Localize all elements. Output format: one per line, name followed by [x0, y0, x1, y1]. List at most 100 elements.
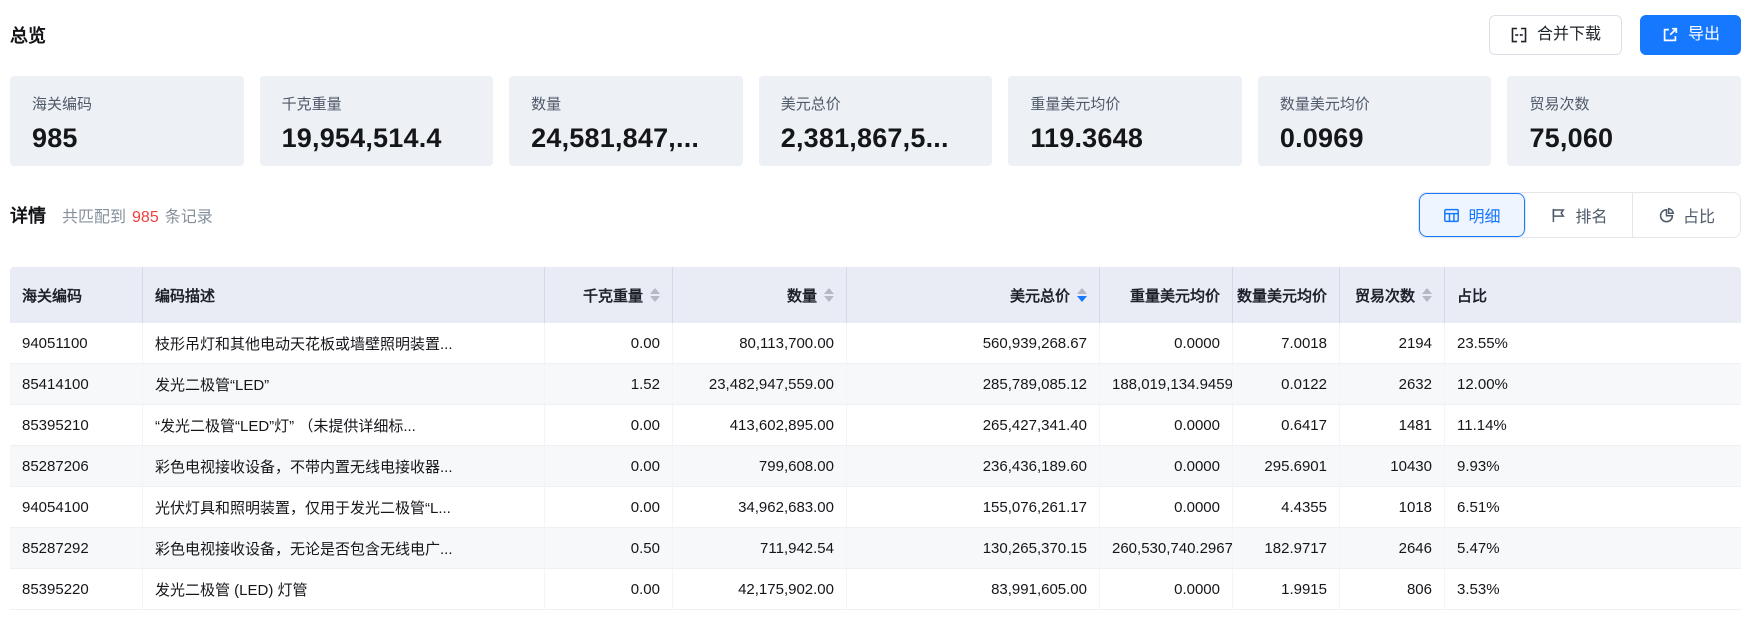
cell-usd-per-qty: 0.6417: [1233, 405, 1340, 446]
view-tabs: 明细 排名 占比: [1418, 192, 1741, 238]
summary-card-usd-total: 美元总价 2,381,867,5...: [759, 76, 993, 166]
table-row: 94054100光伏灯具和照明装置，仅用于发光二极管“L...0.0034,96…: [10, 487, 1741, 528]
column-header-customs-code: 海关编码: [10, 267, 143, 323]
cell-quantity: 799,608.00: [673, 446, 847, 487]
cell-description: 枝形吊灯和其他电动天花板或墙壁照明装置...: [143, 323, 545, 364]
card-label: 重量美元均价: [1030, 93, 1220, 114]
export-label: 导出: [1688, 27, 1720, 43]
cell-description: 发光二极管“LED”: [143, 364, 545, 405]
page: 总览 合并下载: [0, 0, 1751, 610]
table-row: 94051100枝形吊灯和其他电动天花板或墙壁照明装置...0.0080,113…: [10, 323, 1741, 364]
cell-usd-per-qty: 182.9717: [1233, 528, 1340, 569]
cell-usd-per-qty: 295.6901: [1233, 446, 1340, 487]
cell-usd-total: 560,939,268.67: [847, 323, 1100, 364]
tab-detail[interactable]: 明细: [1419, 193, 1526, 237]
column-header-usd-per-qty: 数量美元均价: [1233, 267, 1340, 323]
summary-card-quantity: 数量 24,581,847,...: [509, 76, 743, 166]
table-body: 94051100枝形吊灯和其他电动天花板或墙壁照明装置...0.0080,113…: [10, 323, 1741, 610]
cell-description: 彩色电视接收设备，无论是否包含无线电广...: [143, 528, 545, 569]
card-label: 海关编码: [32, 93, 222, 114]
cell-share: 23.55%: [1445, 323, 1741, 364]
cell-usd-per-qty: 4.4355: [1233, 487, 1340, 528]
cell-quantity: 34,962,683.00: [673, 487, 847, 528]
cell-customs-code: 85287292: [10, 528, 143, 569]
cell-usd-per-kg: 188,019,134.9459: [1100, 364, 1233, 405]
sort-icon: [650, 288, 660, 302]
sort-icon: [824, 288, 834, 302]
column-header-code-description: 编码描述: [143, 267, 545, 323]
cell-trade-count: 2632: [1340, 364, 1445, 405]
column-header-usd-per-kg: 重量美元均价: [1100, 267, 1233, 323]
merge-cells-icon: [1510, 26, 1528, 44]
cell-kg-weight: 0.00: [545, 487, 673, 528]
summary-card-trade-count: 贸易次数 75,060: [1507, 76, 1741, 166]
details-title: 详情: [10, 202, 46, 228]
column-header-usd-total[interactable]: 美元总价: [847, 267, 1100, 323]
cell-share: 12.00%: [1445, 364, 1741, 405]
cell-kg-weight: 0.50: [545, 528, 673, 569]
cell-trade-count: 806: [1340, 569, 1445, 610]
cell-usd-per-qty: 1.9915: [1233, 569, 1340, 610]
cell-share: 11.14%: [1445, 405, 1741, 446]
tab-label: 明细: [1468, 203, 1500, 227]
export-button[interactable]: 导出: [1640, 15, 1741, 55]
column-header-quantity[interactable]: 数量: [673, 267, 847, 323]
table-row: 85287206彩色电视接收设备，不带内置无线电接收器...0.00799,60…: [10, 446, 1741, 487]
cell-customs-code: 94054100: [10, 487, 143, 528]
cell-trade-count: 2194: [1340, 323, 1445, 364]
cell-quantity: 711,942.54: [673, 528, 847, 569]
cell-kg-weight: 0.00: [545, 446, 673, 487]
cell-kg-weight: 0.00: [545, 569, 673, 610]
card-label: 数量: [531, 93, 721, 114]
tab-label: 排名: [1575, 203, 1607, 227]
cell-usd-per-kg: 0.0000: [1100, 405, 1233, 446]
merge-download-label: 合并下载: [1537, 27, 1601, 43]
cell-description: 彩色电视接收设备，不带内置无线电接收器...: [143, 446, 545, 487]
card-value: 24,581,847,...: [531, 123, 721, 154]
table-row: 85395220发光二极管 (LED) 灯管0.0042,175,902.00 8…: [10, 569, 1741, 610]
card-label: 美元总价: [781, 93, 971, 114]
cell-usd-per-kg: 0.0000: [1100, 569, 1233, 610]
cell-usd-total: 236,436,189.60: [847, 446, 1100, 487]
card-label: 数量美元均价: [1280, 93, 1470, 114]
match-prefix: 共匹配到: [62, 209, 126, 226]
cell-usd-per-kg: 0.0000: [1100, 446, 1233, 487]
cell-usd-total: 155,076,261.17: [847, 487, 1100, 528]
cell-customs-code: 85395220: [10, 569, 143, 610]
summary-cards: 海关编码 985 千克重量 19,954,514.4 数量 24,581,847…: [10, 76, 1741, 166]
tab-share[interactable]: 占比: [1633, 193, 1740, 237]
card-value: 0.0969: [1280, 123, 1470, 154]
details-table: 海关编码 编码描述 千克重量 数量 美元总价 重量美元均价 数量美元均价 贸易次…: [10, 267, 1741, 610]
cell-customs-code: 85395210: [10, 405, 143, 446]
cell-usd-per-qty: 0.0122: [1233, 364, 1340, 405]
cell-customs-code: 94051100: [10, 323, 143, 364]
cell-share: 9.93%: [1445, 446, 1741, 487]
cell-trade-count: 1018: [1340, 487, 1445, 528]
match-suffix: 条记录: [165, 209, 213, 226]
cell-quantity: 42,175,902.00: [673, 569, 847, 610]
cell-kg-weight: 1.52: [545, 364, 673, 405]
summary-card-usd-per-qty: 数量美元均价 0.0969: [1258, 76, 1492, 166]
cell-kg-weight: 0.00: [545, 405, 673, 446]
match-count: 985: [132, 209, 159, 226]
card-label: 千克重量: [282, 93, 472, 114]
tab-ranking[interactable]: 排名: [1526, 193, 1633, 237]
cell-description: 发光二极管 (LED) 灯管: [143, 569, 545, 610]
cell-usd-total: 130,265,370.15: [847, 528, 1100, 569]
table-row: 85287292彩色电视接收设备，无论是否包含无线电广...0.50711,94…: [10, 528, 1741, 569]
column-header-kg-weight[interactable]: 千克重量: [545, 267, 673, 323]
cell-trade-count: 1481: [1340, 405, 1445, 446]
merge-download-button[interactable]: 合并下载: [1489, 15, 1622, 55]
table-row: 85395210“发光二极管“LED”灯” （未提供详细标...0.00413,…: [10, 405, 1741, 446]
card-value: 75,060: [1529, 123, 1719, 154]
column-header-trade-count[interactable]: 贸易次数: [1340, 267, 1445, 323]
table-icon: [1443, 207, 1460, 224]
table-header: 海关编码 编码描述 千克重量 数量 美元总价 重量美元均价 数量美元均价 贸易次…: [10, 267, 1741, 323]
cell-usd-per-kg: 0.0000: [1100, 487, 1233, 528]
details-left: 详情 共匹配到 985 条记录: [10, 202, 213, 228]
card-value: 2,381,867,5...: [781, 123, 971, 154]
cell-usd-per-kg: 260,530,740.2967: [1100, 528, 1233, 569]
cell-share: 6.51%: [1445, 487, 1741, 528]
cell-description: “发光二极管“LED”灯” （未提供详细标...: [143, 405, 545, 446]
column-header-share: 占比: [1445, 267, 1741, 323]
